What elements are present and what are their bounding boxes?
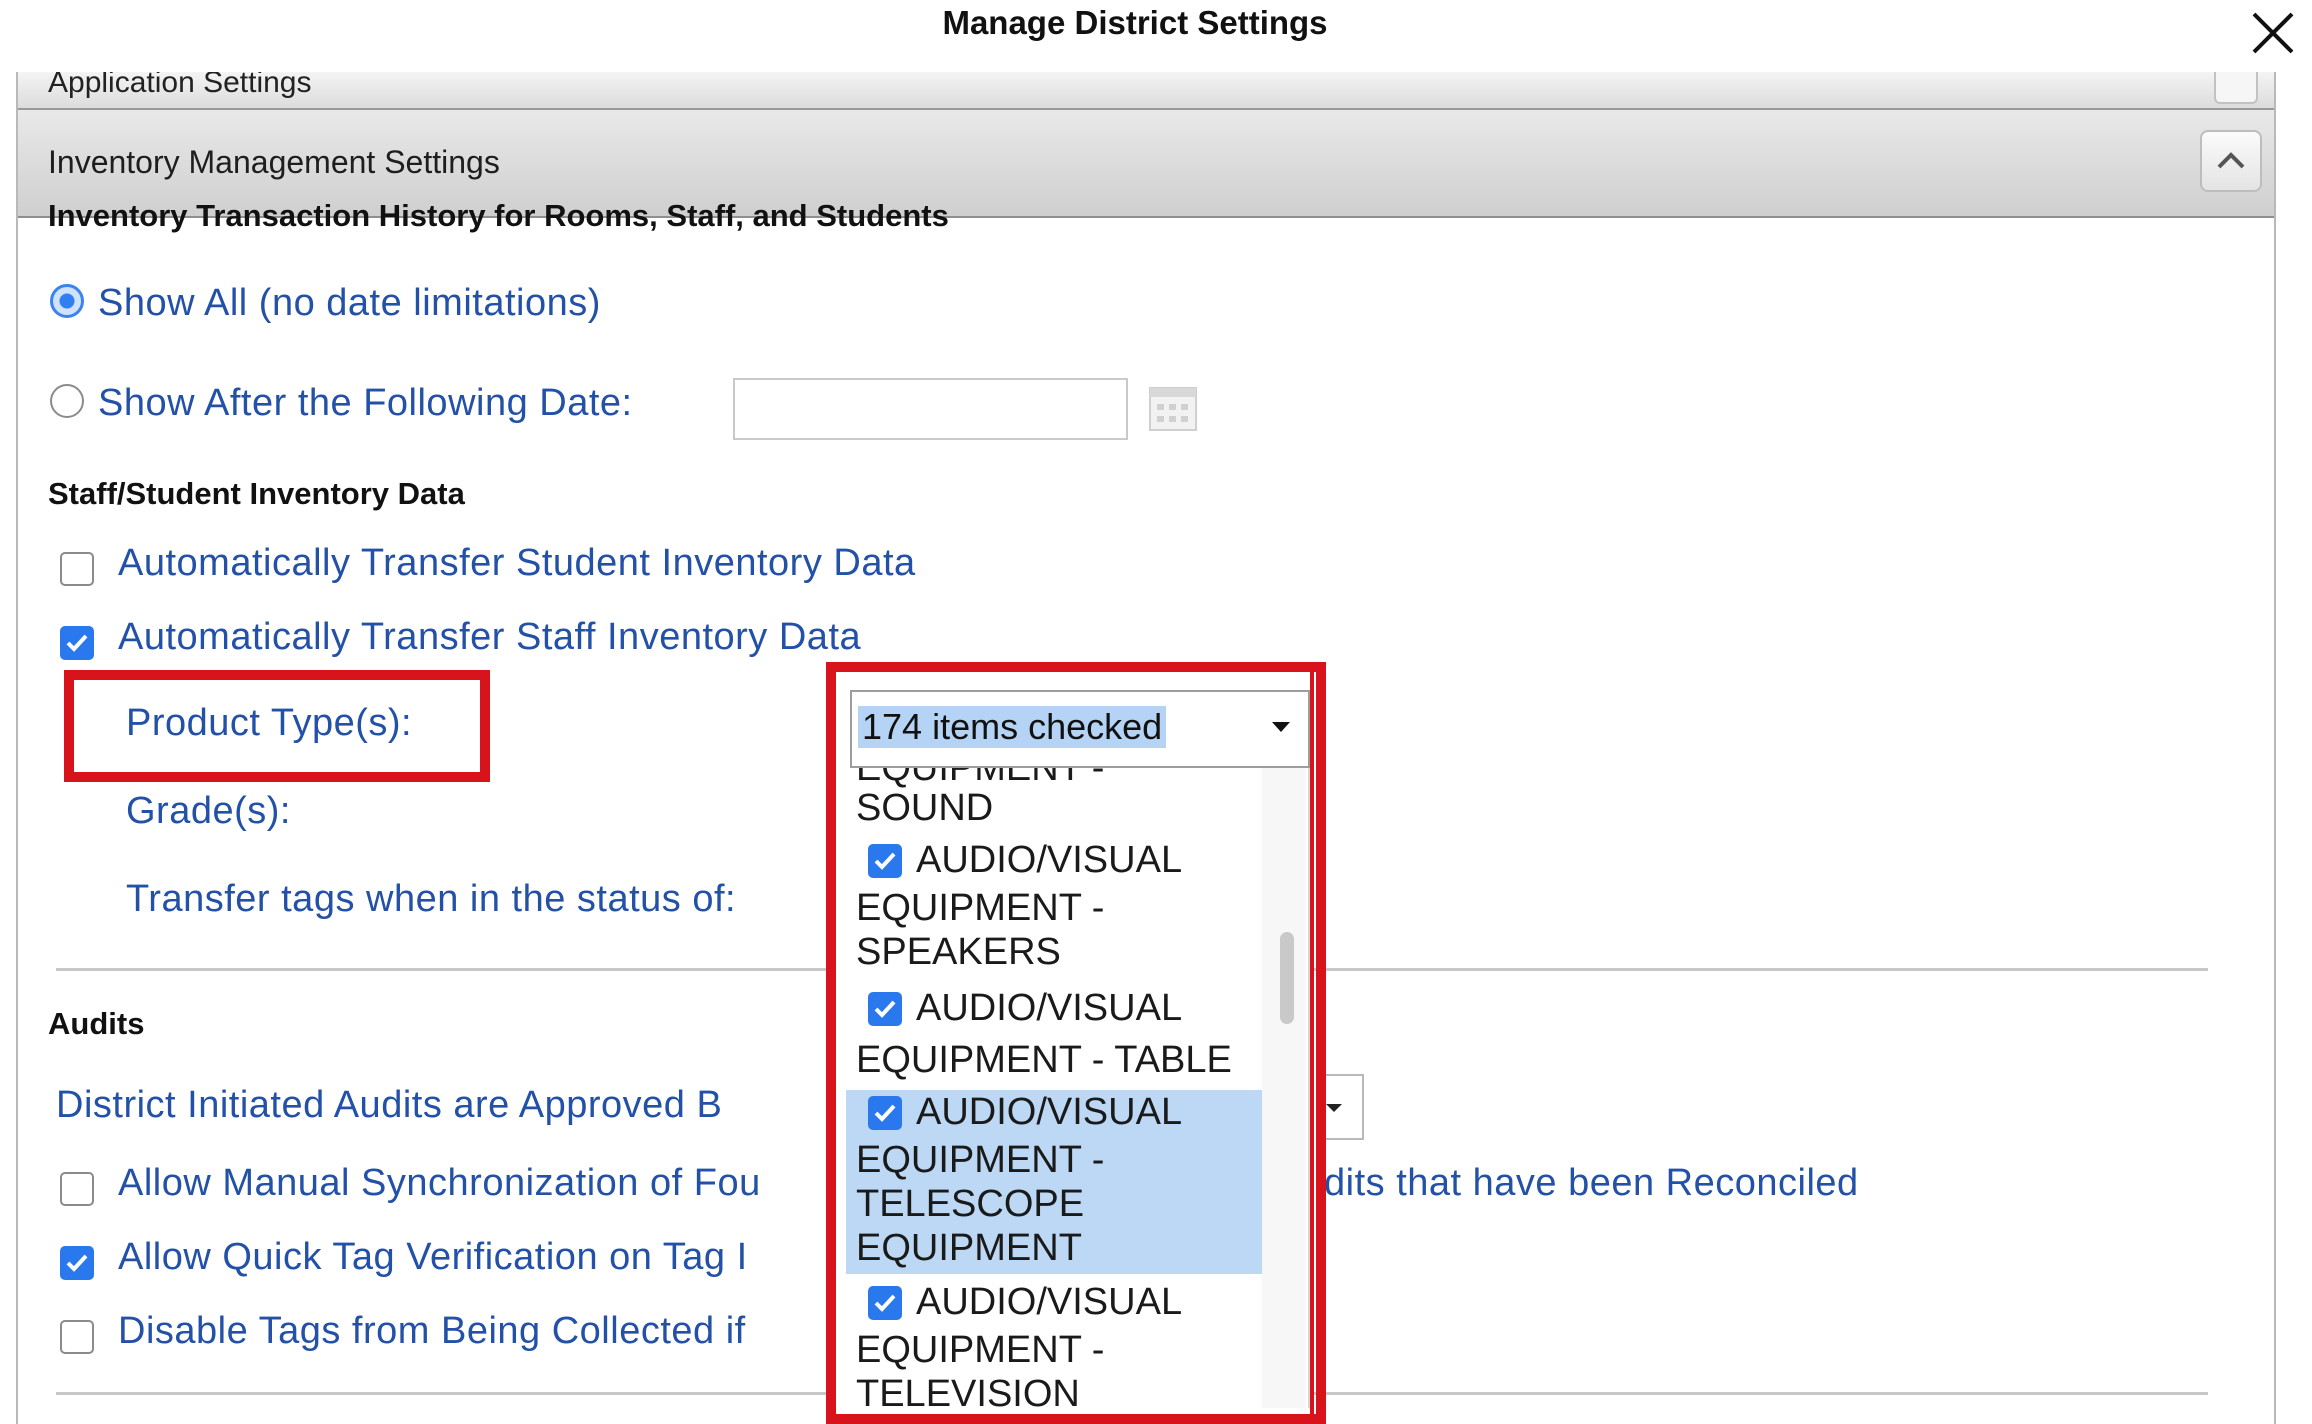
grades-label: Grade(s): — [126, 790, 291, 832]
manage-district-settings-dialog: Manage District Settings Application Set… — [0, 0, 2312, 1424]
list-item-line: EQUIPMENT - TABLE — [856, 1039, 1232, 1081]
list-item-line: TELESCOPE — [856, 1183, 1085, 1225]
list-item-line: EQUIPMENT - — [856, 1329, 1105, 1371]
show-all-radio[interactable] — [50, 284, 84, 318]
history-heading: Inventory Transaction History for Rooms,… — [48, 198, 949, 233]
quick-verify-label[interactable]: Allow Quick Tag Verification on Tag I — [118, 1236, 748, 1279]
date-input[interactable] — [733, 378, 1128, 440]
show-all-label[interactable]: Show All (no date limitations) — [98, 282, 601, 325]
quick-verify-checkbox[interactable] — [60, 1246, 94, 1280]
manual-sync-checkbox[interactable] — [60, 1172, 94, 1206]
transfer-student-checkbox[interactable] — [60, 552, 94, 586]
section-title: Inventory Management Settings — [48, 144, 500, 180]
application-settings-header[interactable]: Application Settings — [18, 72, 2274, 110]
expand-toggle-icon[interactable] — [2214, 72, 2258, 104]
disable-tags-checkbox[interactable] — [60, 1320, 94, 1354]
list-item-line: EQUIPMENT - — [856, 887, 1105, 929]
product-types-select[interactable]: 174 items checked — [850, 690, 1310, 768]
product-types-list[interactable]: EQUIPMENT - SOUND AUDIO/VISUAL EQUIPMENT… — [846, 768, 1310, 1408]
show-after-date-radio[interactable] — [50, 384, 84, 418]
audits-heading: Audits — [48, 1006, 145, 1041]
list-item-line: TELEVISION — [856, 1373, 1080, 1408]
list-item-line: AUDIO/VISUAL — [916, 839, 1183, 881]
partial-item-line: SOUND — [856, 787, 994, 829]
list-item-checkbox[interactable] — [868, 1286, 902, 1320]
transfer-student-label[interactable]: Automatically Transfer Student Inventory… — [118, 542, 916, 585]
disable-tags-label[interactable]: Disable Tags from Being Collected if — [118, 1310, 746, 1353]
dropdown-scrollbar[interactable] — [1262, 768, 1306, 1408]
list-item-line: AUDIO/VISUAL — [916, 1281, 1183, 1323]
list-item-line: EQUIPMENT - — [856, 1139, 1105, 1181]
product-types-label: Product Type(s): — [126, 702, 413, 744]
chevron-up-icon[interactable] — [2200, 130, 2262, 192]
application-settings-label: Application Settings — [48, 72, 312, 99]
list-item-line: EQUIPMENT — [856, 1227, 1082, 1269]
transfer-staff-checkbox[interactable] — [60, 626, 94, 660]
caret-down-icon — [1272, 722, 1290, 732]
show-after-date-label[interactable]: Show After the Following Date: — [98, 382, 633, 425]
list-item-line: AUDIO/VISUAL — [916, 1091, 1183, 1133]
transfer-status-label: Transfer tags when in the status of: — [126, 878, 737, 920]
scrollbar-thumb[interactable] — [1280, 932, 1294, 1024]
manual-sync-label[interactable]: Allow Manual Synchronization of Fou — [118, 1162, 761, 1205]
dialog-title: Manage District Settings — [942, 4, 1328, 41]
list-item-checkbox[interactable] — [868, 844, 902, 878]
list-item-line: SPEAKERS — [856, 931, 1061, 973]
transfer-staff-label[interactable]: Automatically Transfer Staff Inventory D… — [118, 616, 861, 659]
calendar-icon[interactable] — [1148, 384, 1198, 434]
product-types-summary: 174 items checked — [858, 706, 1167, 748]
list-item-checkbox[interactable] — [868, 1096, 902, 1130]
list-item-line: AUDIO/VISUAL — [916, 987, 1183, 1029]
transfer-heading: Staff/Student Inventory Data — [48, 476, 465, 511]
manual-sync-label-end[interactable]: dits that have been Reconciled — [1324, 1162, 1859, 1205]
close-icon[interactable] — [2248, 8, 2298, 58]
list-item-checkbox[interactable] — [868, 992, 902, 1026]
audits-approved-by-label: District Initiated Audits are Approved B — [56, 1084, 723, 1126]
